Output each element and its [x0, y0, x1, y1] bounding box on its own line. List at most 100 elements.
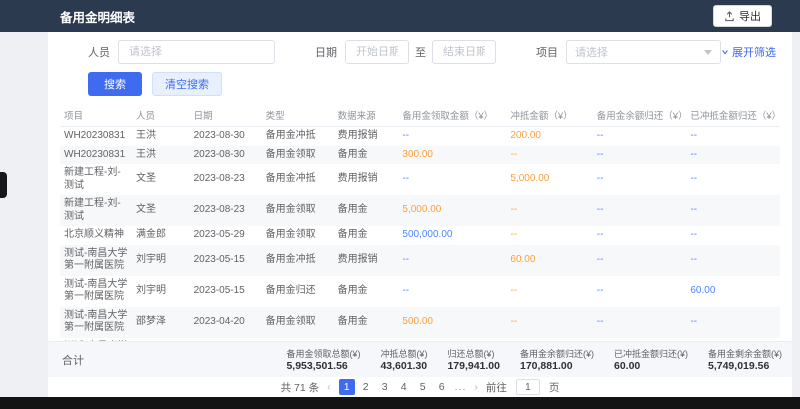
cell-amount[interactable]: 60.00: [686, 276, 780, 307]
cell-source: 备用金: [334, 307, 399, 338]
expand-filters-label: 展开筛选: [732, 44, 776, 60]
cell-amount: --: [686, 307, 780, 338]
summary-stat-label: 冲抵总额(¥): [380, 347, 427, 360]
summary-stat-label: 备用金剩余金额(¥): [708, 347, 782, 360]
chevron-right-icon[interactable]: ›: [471, 381, 481, 393]
chevron-down-icon: [704, 50, 712, 55]
page-button[interactable]: 1: [339, 379, 355, 395]
summary-stat-value: 60.00: [614, 360, 688, 372]
cell-amount: --: [593, 276, 687, 307]
export-button-label: 导出: [739, 8, 761, 24]
page-title: 备用金明细表: [60, 7, 135, 26]
page-button[interactable]: 2: [358, 379, 374, 395]
date-start-input[interactable]: [345, 40, 409, 64]
date-filter-label: 日期: [315, 44, 337, 60]
cell-amount: --: [686, 226, 780, 245]
cell-amount[interactable]: 5,000.00: [398, 195, 506, 226]
cell-type: 备用金冲抵: [262, 164, 334, 195]
page-buttons: 123456: [339, 379, 450, 395]
cell-amount[interactable]: 200.00: [506, 127, 592, 146]
project-select-placeholder: 请选择: [575, 44, 608, 60]
summary-stat: 冲抵总额(¥)43,601.30: [380, 347, 427, 372]
expand-filters-link[interactable]: 展开筛选: [721, 44, 776, 60]
cell-source: 备用金: [334, 195, 399, 226]
summary-stat-value: 5,749,019.56: [708, 360, 782, 372]
cell-source: 备用金: [334, 276, 399, 307]
cell-amount[interactable]: 5,000.00: [506, 164, 592, 195]
sidebar-expand-handle[interactable]: [0, 172, 7, 198]
export-button[interactable]: 导出: [713, 5, 772, 27]
cell-amount[interactable]: 300.00: [398, 146, 506, 165]
search-button[interactable]: 搜索: [88, 72, 142, 96]
cell-amount: --: [593, 195, 687, 226]
cell-amount: --: [686, 195, 780, 226]
summary-stat-label: 备用金领取总额(¥): [286, 347, 360, 360]
taskbar-strip: [0, 397, 800, 409]
date-start-field[interactable]: [354, 45, 400, 59]
summary-stat: 归还总额(¥)179,941.00: [447, 347, 500, 372]
cell-amount: --: [686, 127, 780, 146]
cell-amount[interactable]: 500,000.00: [398, 226, 506, 245]
goto-prefix-label: 前往: [486, 380, 507, 395]
page-button[interactable]: 3: [377, 379, 393, 395]
cell-date: 2023-08-23: [190, 195, 262, 226]
content-panel: 人员 日期 至 项目 请选择: [48, 32, 792, 397]
cell-person: 文圣: [132, 195, 190, 226]
cell-amount: --: [593, 146, 687, 165]
summary-stat: 备用金剩余金额(¥)5,749,019.56: [708, 347, 782, 372]
date-separator: 至: [415, 44, 426, 60]
summary-stat: 已冲抵金额归还(¥)60.00: [614, 347, 688, 372]
pagination-bar: 共 71 条 ‹ 123456 ... › 前往 页: [48, 377, 792, 397]
clear-search-button[interactable]: 清空搜索: [152, 72, 222, 96]
cell-amount: --: [686, 164, 780, 195]
cell-project: WH20230831: [60, 127, 132, 146]
summary-total-label: 合计: [48, 352, 286, 368]
chevron-left-icon[interactable]: ‹: [324, 381, 334, 393]
table-header-row: 项目人员日期类型数据来源备用金领取金额（¥）冲抵金额（¥）备用金余额归还（¥）已…: [60, 104, 780, 127]
page-button[interactable]: 5: [415, 379, 431, 395]
cell-date: 2023-05-15: [190, 276, 262, 307]
cell-type: 备用金领取: [262, 307, 334, 338]
cell-amount[interactable]: 60.00: [506, 245, 592, 276]
table-row: 测试-南昌大学第一附属医院刘宇明2023-05-15备用金归还备用金------…: [60, 276, 780, 307]
summary-stat-label: 归还总额(¥): [447, 347, 500, 360]
page-button[interactable]: 4: [396, 379, 412, 395]
summary-row: 合计 备用金领取总额(¥)5,953,501.56 冲抵总额(¥)43,601.3…: [48, 341, 792, 377]
cell-amount: --: [398, 127, 506, 146]
cell-source: 费用报销: [334, 127, 399, 146]
cell-type: 备用金领取: [262, 226, 334, 245]
project-filter-group: 项目 请选择: [536, 40, 721, 64]
cell-person: 刘宇明: [132, 276, 190, 307]
column-header: 备用金领取金额（¥）: [398, 104, 506, 127]
summary-stat-value: 43,601.30: [380, 360, 427, 372]
pagination-ellipsis[interactable]: ...: [455, 381, 467, 393]
cell-amount[interactable]: 500.00: [398, 307, 506, 338]
person-filter-label: 人员: [88, 44, 110, 60]
cell-type: 备用金领取: [262, 146, 334, 165]
cell-date: 2023-05-29: [190, 226, 262, 245]
date-end-input[interactable]: [432, 40, 496, 64]
cell-project: 测试-南昌大学第一附属医院: [60, 307, 132, 338]
cell-project: 测试-南昌大学第一附属医院: [60, 245, 132, 276]
summary-stat-label: 备用金余额归还(¥): [520, 347, 594, 360]
person-select[interactable]: [118, 40, 275, 64]
date-end-field[interactable]: [441, 45, 487, 59]
chevron-down-icon: [721, 48, 729, 56]
person-select-input[interactable]: [127, 45, 266, 59]
goto-suffix-label: 页: [549, 380, 560, 395]
column-header: 类型: [262, 104, 334, 127]
goto-page-input[interactable]: [516, 379, 540, 395]
cell-amount: --: [398, 164, 506, 195]
cell-amount: --: [593, 307, 687, 338]
cell-type: 备用金冲抵: [262, 245, 334, 276]
cell-amount: --: [506, 307, 592, 338]
petty-cash-detail-page: 备用金明细表 导出 人员 日期 至: [0, 0, 800, 409]
page-button[interactable]: 6: [434, 379, 450, 395]
pagination-total: 共 71 条: [281, 380, 320, 395]
summary-stat-value: 5,953,501.56: [286, 360, 360, 372]
cell-project: 新建工程-刘-测试: [60, 164, 132, 195]
project-select[interactable]: 请选择: [566, 40, 721, 64]
cell-person: 刘宇明: [132, 245, 190, 276]
cell-project: WH20230831: [60, 146, 132, 165]
cell-amount: --: [593, 164, 687, 195]
